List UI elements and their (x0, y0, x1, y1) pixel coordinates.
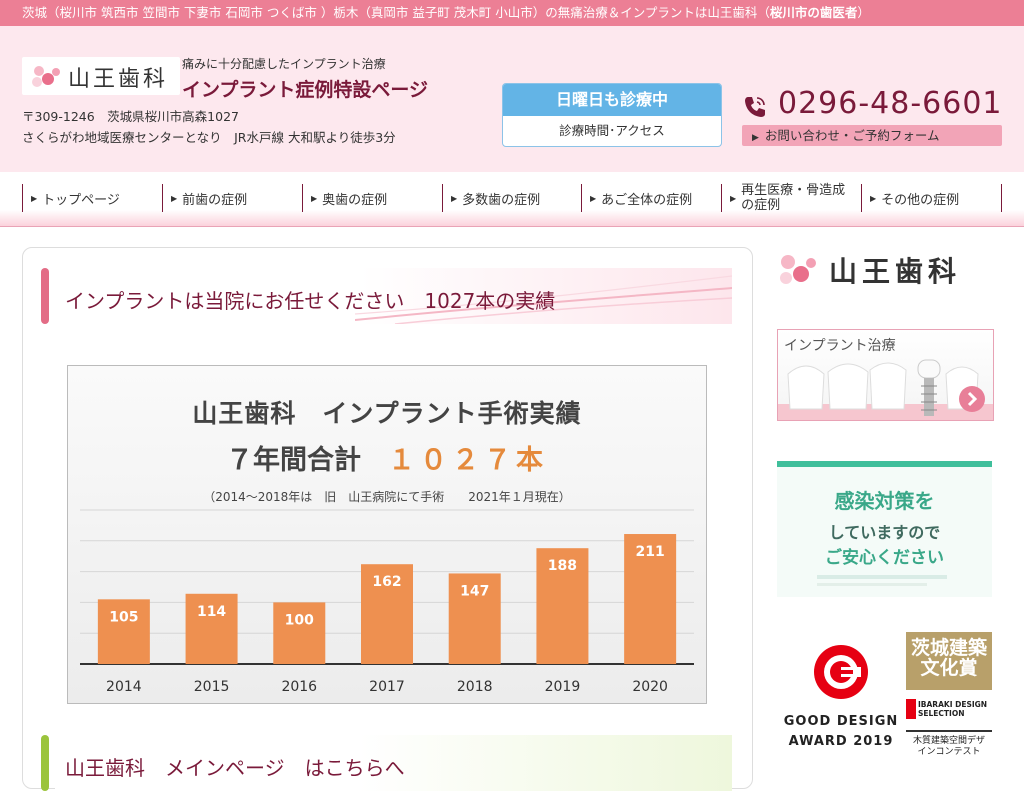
ibaraki-award-text: 茨城建築文化賞 (910, 637, 987, 679)
chart-x-tick-label: 2016 (281, 679, 317, 695)
phone-number[interactable]: 0296-48-6601 (778, 86, 1003, 121)
sidebar-logo-text: 山王歯科 (829, 255, 962, 288)
nav-item-label: トップページ (42, 192, 120, 208)
contact-form-label: お問い合わせ・ご予約フォーム (764, 128, 940, 143)
chart-data-label: 188 (548, 558, 577, 574)
nav-item-label: あご全体の症例 (601, 192, 693, 208)
covid-line-1: 感染対策を (834, 489, 935, 513)
clinic-logo[interactable]: 山王歯科 (22, 57, 180, 95)
top-banner-text: 茨城（桜川市 筑西市 笠間市 下妻市 石岡市 つくば市 ）栃木（真岡市 益子町 … (22, 5, 870, 20)
nav-item-back-teeth[interactable]: ▶ 奥歯の症例 (302, 184, 442, 212)
triangle-right-icon: ▶ (311, 193, 318, 203)
chart-x-tick-label: 2015 (194, 679, 230, 695)
nav-item-full-jaw[interactable]: ▶ あご全体の症例 (581, 184, 721, 212)
heading-accent-bar (41, 268, 49, 324)
top-banner: 茨城（桜川市 筑西市 笠間市 下妻市 石岡市 つくば市 ）栃木（真岡市 益子町 … (0, 0, 1024, 26)
triangle-right-icon: ▶ (752, 133, 759, 143)
nav-item-label: 前歯の症例 (182, 192, 248, 208)
implant-treatment-banner[interactable]: インプラント治療 (777, 329, 994, 421)
arrow-right-circle-icon[interactable] (957, 384, 987, 414)
main-page-link-text: 山王歯科 メインページ はこちらへ (65, 756, 405, 780)
logo-text: 山王歯科 (68, 67, 169, 92)
nav-item-front-teeth[interactable]: ▶ 前歯の症例 (162, 184, 302, 212)
nav-item-label: 再生医療・骨造成の症例 (741, 183, 846, 213)
section-heading: インプラントは当院にお任せください 1027本の実績 (41, 268, 732, 324)
nav-item-top[interactable]: ▶ トップページ (22, 184, 162, 212)
chart-data-label: 147 (460, 583, 489, 599)
good-design-award-badge[interactable]: GOOD DESIGN AWARD 2019 (777, 632, 905, 762)
chart-data-label: 114 (197, 604, 226, 620)
blossom-logo-icon (32, 66, 60, 87)
fine-print-decoration (817, 575, 947, 579)
nav-item-multiple-teeth[interactable]: ▶ 多数歯の症例 (442, 184, 582, 212)
implant-banner-label: インプラント治療 (784, 338, 896, 354)
chart-data-label: 211 (636, 544, 665, 560)
chart-data-label: 105 (109, 609, 138, 625)
chart-plot: 105 2014 114 2015 100 2016 162 2017 147 2018 188 20… (80, 509, 694, 695)
ibaraki-design-selection[interactable]: IBARAKI DESIGN SELECTION (906, 696, 992, 724)
triangle-right-icon: ▶ (730, 193, 737, 203)
top-banner-bold: 桜川市の歯医者 (769, 5, 858, 20)
hours-access-link[interactable]: 診療時間･アクセス (503, 116, 721, 146)
chart-x-tick-label: 2018 (457, 679, 493, 695)
fine-print-decoration (817, 583, 927, 586)
section-heading-text: インプラントは当院にお任せください 1027本の実績 (65, 289, 556, 313)
implant-chart: 山王歯科 インプラント手術実績 ７年間合計 １０２７本 （2014〜2018年は… (67, 365, 707, 704)
chart-x-tick-label: 2020 (632, 679, 668, 695)
nav-item-other[interactable]: ▶ その他の症例 (861, 184, 1002, 212)
heading-accent-bar (41, 735, 49, 791)
selection-mark-icon (906, 699, 916, 719)
sidebar-logo[interactable]: 山王歯科 (777, 250, 992, 290)
triangle-right-icon: ▶ (870, 193, 877, 203)
chart-data-label: 100 (285, 612, 314, 628)
divider (906, 730, 992, 732)
good-design-line-2: AWARD 2019 (788, 734, 894, 749)
chart-x-tick-label: 2019 (545, 679, 581, 695)
ibaraki-selection-text: IBARAKI DESIGN SELECTION (918, 700, 988, 718)
chart-x-tick-label: 2017 (369, 679, 405, 695)
triangle-right-icon: ▶ (590, 193, 597, 203)
nav-item-label: 奥歯の症例 (322, 192, 388, 208)
wood-design-contest[interactable]: 木質建築空間デザインコンテスト (906, 730, 992, 762)
infection-control-banner[interactable]: 感染対策を していますので ご安心ください (777, 461, 992, 597)
contact-form-button[interactable]: ▶ お問い合わせ・ご予約フォーム (742, 125, 1002, 146)
nav-item-label: 多数歯の症例 (462, 192, 541, 208)
ibaraki-architecture-award[interactable]: 茨城建築文化賞 (906, 632, 992, 690)
good-design-g-mark-icon (814, 645, 868, 699)
tagline: 痛みに十分配慮したインプラント治療 (182, 57, 386, 71)
page-title: インプラント症例特設ページ (182, 79, 429, 101)
good-design-line-1: GOOD DESIGN (783, 714, 899, 729)
triangle-right-icon: ▶ (171, 193, 178, 203)
sunday-hours-box[interactable]: 日曜日も診療中 診療時間･アクセス (502, 83, 722, 147)
chart-data-label: 162 (372, 574, 401, 590)
covid-line-2: していますので (828, 523, 941, 542)
access-info: さくらがわ地域医療センターとなり JR水戸線 大和駅より徒歩3分 (22, 130, 396, 145)
chart-x-tick-label: 2014 (106, 679, 142, 695)
covid-line-3: ご安心ください (825, 548, 944, 568)
sunday-label: 日曜日も診療中 (503, 84, 721, 116)
address: 〒309-1246 茨城県桜川市高森1027 (22, 109, 239, 124)
section-heading-main-link[interactable]: 山王歯科 メインページ はこちらへ (41, 735, 732, 791)
phone-icon (745, 97, 765, 117)
blossom-logo-icon (780, 255, 816, 284)
nav-item-label: その他の症例 (881, 192, 960, 208)
triangle-right-icon: ▶ (451, 193, 458, 203)
triangle-right-icon: ▶ (31, 193, 38, 203)
wood-contest-text: 木質建築空間デザインコンテスト (912, 736, 985, 757)
nav-item-regenerative[interactable]: ▶ 再生医療・骨造成の症例 (721, 183, 861, 213)
